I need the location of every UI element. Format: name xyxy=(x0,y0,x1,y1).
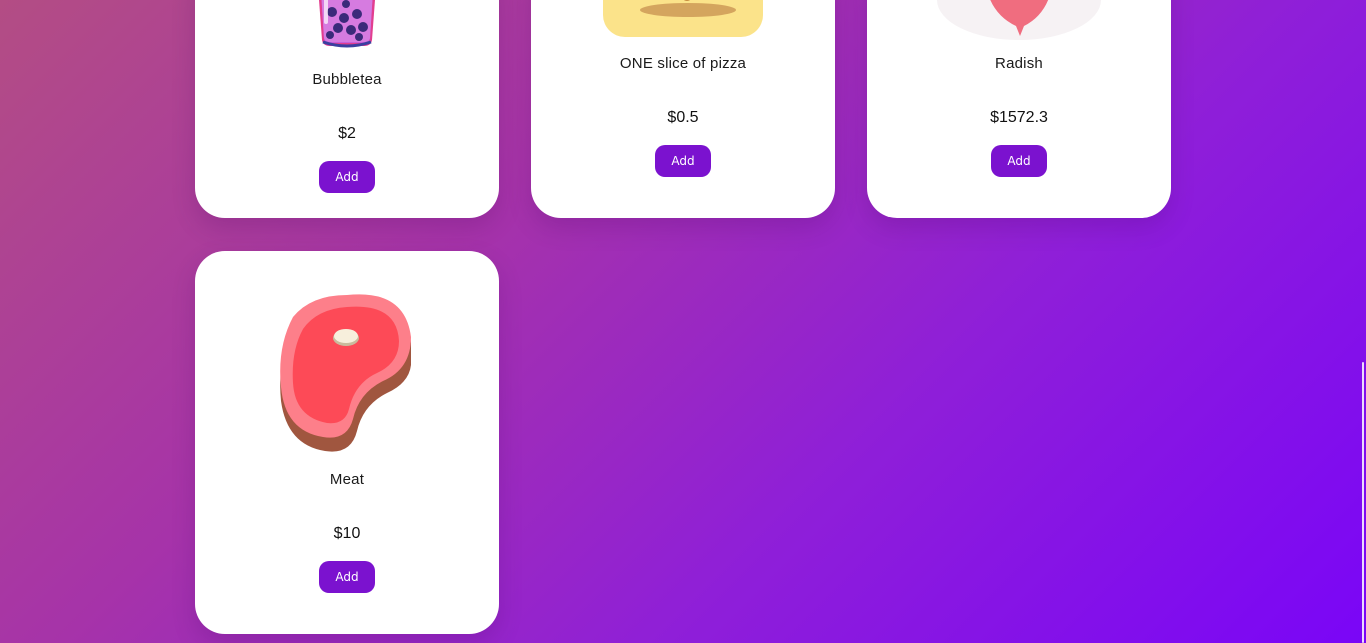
product-price: $2 xyxy=(338,125,356,142)
product-card-pizza: ONE slice of pizza $0.5 Add xyxy=(531,0,835,218)
add-to-cart-button[interactable]: Add xyxy=(655,145,711,177)
product-card-bubbletea: Bubbletea $2 Add xyxy=(195,0,499,218)
product-name: Meat xyxy=(329,471,365,488)
add-to-cart-button[interactable]: Add xyxy=(991,145,1047,177)
product-card-radish: Radish $1572.3 Add xyxy=(867,0,1171,218)
product-price: $10 xyxy=(333,525,361,542)
product-name: Bubbletea xyxy=(312,71,382,88)
product-card-meat: Meat $10 Add xyxy=(195,251,499,634)
bubbletea-icon xyxy=(195,0,499,48)
product-price: $0.5 xyxy=(667,109,699,126)
scrollbar-thumb[interactable] xyxy=(1362,362,1364,643)
meat-icon xyxy=(195,291,499,455)
add-to-cart-button[interactable]: Add xyxy=(319,161,375,193)
product-name: Radish xyxy=(995,55,1043,72)
product-name: ONE slice of pizza xyxy=(619,55,747,72)
product-price: $1572.3 xyxy=(990,109,1048,126)
add-to-cart-button[interactable]: Add xyxy=(319,561,375,593)
radish-icon xyxy=(867,0,1171,40)
pizza-icon xyxy=(531,0,835,38)
scrollbar[interactable] xyxy=(1360,0,1366,643)
